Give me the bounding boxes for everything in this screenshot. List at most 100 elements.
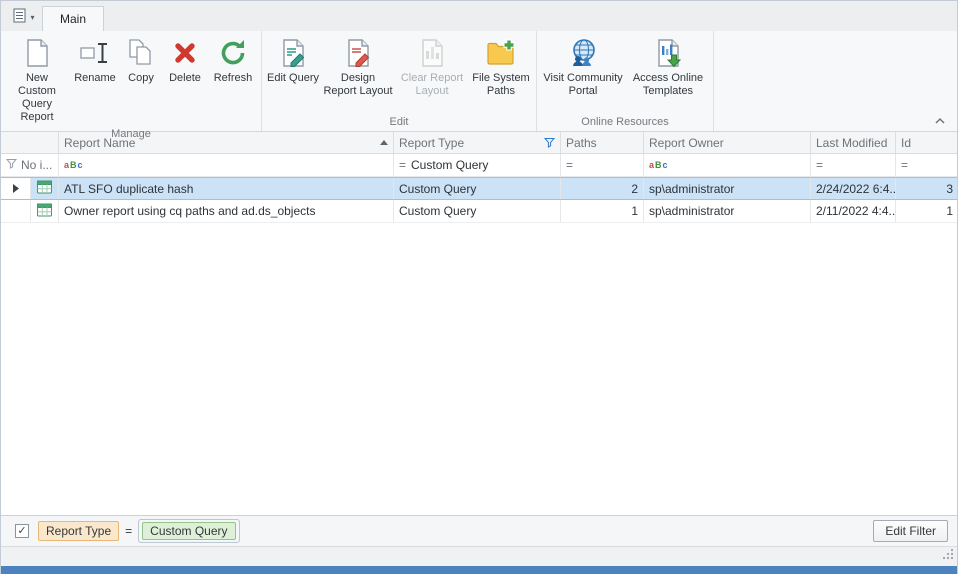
ribbon-group-online-resources: Visit Community Portal Access Online Tem… xyxy=(537,31,714,131)
filter-cell-report-name[interactable]: aBc xyxy=(59,154,394,176)
button-label: File System Paths xyxy=(471,72,531,98)
button-label: Edit Query xyxy=(267,72,319,85)
edit-query-button[interactable]: Edit Query xyxy=(265,32,321,114)
delete-icon xyxy=(169,37,201,69)
cell-report-owner[interactable]: sp\administrator xyxy=(644,200,811,222)
cell-report-name[interactable]: Owner report using cq paths and ad.ds_ob… xyxy=(59,200,394,222)
button-label: Clear Report Layout xyxy=(397,72,467,98)
grid-row[interactable]: Owner report using cq paths and ad.ds_ob… xyxy=(1,200,957,223)
button-label: Copy xyxy=(128,72,154,85)
column-header-label: Report Owner xyxy=(649,136,724,150)
edit-query-icon xyxy=(277,37,309,69)
design-report-layout-icon xyxy=(342,37,374,69)
ribbon: New Custom Query Report Rename Copy xyxy=(1,31,957,132)
cell-report-type[interactable]: Custom Query xyxy=(394,178,561,199)
row-indicator-cell xyxy=(1,178,31,199)
report-table-icon xyxy=(37,180,52,197)
rename-icon xyxy=(79,37,111,69)
tab-main-label: Main xyxy=(60,12,86,26)
filter-cell-report-owner[interactable]: aBc xyxy=(644,154,811,176)
text-filter-abc-icon: aBc xyxy=(649,160,668,170)
ribbon-collapse-button[interactable] xyxy=(933,114,947,126)
row-indicator-cell xyxy=(1,200,31,222)
equals-operator-icon[interactable]: = xyxy=(399,158,406,172)
rename-button[interactable]: Rename xyxy=(70,32,120,126)
equals-operator-icon[interactable]: = xyxy=(901,158,908,172)
app-menu-icon xyxy=(13,8,27,27)
delete-button[interactable]: Delete xyxy=(162,32,208,126)
filter-row-indicator: No i... xyxy=(1,154,59,176)
file-system-paths-icon xyxy=(485,37,517,69)
copy-button[interactable]: Copy xyxy=(120,32,162,126)
refresh-button[interactable]: Refresh xyxy=(208,32,258,126)
button-label: Rename xyxy=(74,72,116,85)
edit-filter-button[interactable]: Edit Filter xyxy=(873,520,948,542)
cell-report-type[interactable]: Custom Query xyxy=(394,200,561,222)
cell-id[interactable]: 3 xyxy=(896,178,957,199)
cell-last-modified[interactable]: 2/24/2022 6:4... xyxy=(811,178,896,199)
button-label: Visit Community Portal xyxy=(542,72,624,98)
tab-main[interactable]: Main xyxy=(42,6,104,31)
filter-value-chip[interactable]: Custom Query xyxy=(142,522,235,540)
community-portal-icon xyxy=(567,37,599,69)
design-report-layout-button[interactable]: Design Report Layout xyxy=(321,32,395,114)
refresh-icon xyxy=(217,37,249,69)
column-header-label: Id xyxy=(901,136,911,150)
filter-cell-paths[interactable]: = xyxy=(561,154,644,176)
report-icon-cell xyxy=(31,178,59,199)
ribbon-tab-strip: ▾ Main xyxy=(1,1,957,31)
filter-cell-last-modified[interactable]: = xyxy=(811,154,896,176)
visit-community-portal-button[interactable]: Visit Community Portal xyxy=(540,32,626,114)
button-label: New Custom Query Report xyxy=(6,72,68,124)
equals-operator-icon[interactable]: = xyxy=(566,158,573,172)
cell-report-name[interactable]: ATL SFO duplicate hash xyxy=(59,178,394,199)
cell-id[interactable]: 1 xyxy=(896,200,957,222)
ribbon-group-manage: New Custom Query Report Rename Copy xyxy=(1,31,262,131)
clear-report-layout-button: Clear Report Layout xyxy=(395,32,469,114)
filter-value: Custom Query xyxy=(411,158,488,172)
filter-expression: Report Type = Custom Query xyxy=(38,519,240,543)
grid-filter-row: No i... aBc = Custom Query = aBc = = xyxy=(1,154,957,177)
column-header-report-type[interactable]: Report Type xyxy=(394,132,561,153)
filter-cell-id[interactable]: = xyxy=(896,154,957,176)
ribbon-group-caption: Manage xyxy=(4,126,258,143)
filter-enabled-checkbox[interactable]: ✓ xyxy=(15,524,29,538)
cell-paths[interactable]: 1 xyxy=(561,200,644,222)
ribbon-group-caption: Online Resources xyxy=(540,114,710,131)
application-menu-button[interactable]: ▾ xyxy=(6,6,42,29)
reports-grid: Report Name Report Type Paths Report Own… xyxy=(1,132,957,515)
online-templates-icon xyxy=(652,37,684,69)
column-header-paths[interactable]: Paths xyxy=(561,132,644,153)
text-filter-abc-icon: aBc xyxy=(64,160,83,170)
ribbon-group-edit: Edit Query Design Report Layout Clear Re… xyxy=(262,31,537,131)
column-header-last-modified[interactable]: Last Modified xyxy=(811,132,896,153)
filter-field-chip[interactable]: Report Type xyxy=(38,521,119,541)
button-label: Refresh xyxy=(214,72,253,85)
column-header-report-owner[interactable]: Report Owner xyxy=(644,132,811,153)
resize-grip[interactable] xyxy=(941,547,954,563)
new-custom-query-report-button[interactable]: New Custom Query Report xyxy=(4,32,70,126)
report-table-icon xyxy=(37,203,52,220)
column-header-label: Report Type xyxy=(399,136,464,150)
filter-indicator-text: No i... xyxy=(21,158,52,172)
copy-icon xyxy=(125,37,157,69)
equals-operator-icon[interactable]: = xyxy=(816,158,823,172)
column-filter-icon[interactable] xyxy=(544,137,555,148)
window-bottom-border xyxy=(1,566,957,574)
app-window: ▾ Main New Custom Query Report Rename xyxy=(0,0,958,574)
report-icon-cell xyxy=(31,200,59,222)
cell-report-owner[interactable]: sp\administrator xyxy=(644,178,811,199)
column-header-id[interactable]: Id xyxy=(896,132,957,153)
cell-paths[interactable]: 2 xyxy=(561,178,644,199)
grid-row[interactable]: ATL SFO duplicate hash Custom Query 2 sp… xyxy=(1,177,957,200)
grid-empty-area xyxy=(1,223,957,515)
filter-cell-report-type[interactable]: = Custom Query xyxy=(394,154,561,176)
access-online-templates-button[interactable]: Access Online Templates xyxy=(626,32,710,114)
filter-operator[interactable]: = xyxy=(125,524,132,538)
column-header-label: Last Modified xyxy=(816,136,887,150)
cell-last-modified[interactable]: 2/11/2022 4:4... xyxy=(811,200,896,222)
file-system-paths-button[interactable]: File System Paths xyxy=(469,32,533,114)
clear-report-layout-icon xyxy=(416,37,448,69)
filter-funnel-icon xyxy=(6,158,17,172)
new-report-icon xyxy=(21,37,53,69)
